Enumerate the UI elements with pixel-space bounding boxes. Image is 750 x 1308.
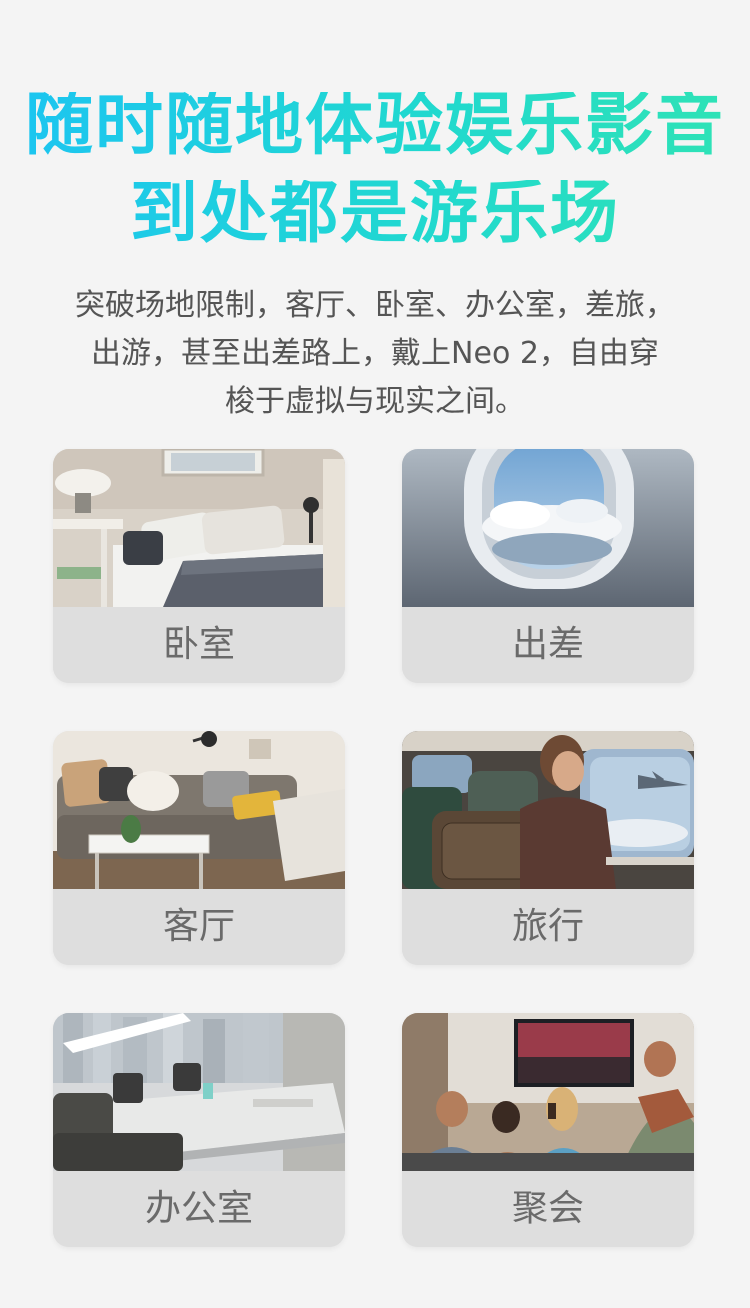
office-image (53, 1013, 345, 1171)
scene-card-office: 办公室 (53, 1013, 345, 1247)
travel-image (402, 731, 694, 889)
scene-card-party: 聚会 (402, 1013, 694, 1247)
scene-label-party: 聚会 (402, 1171, 694, 1247)
living-room-image (53, 731, 345, 889)
scene-label-living-room: 客厅 (53, 889, 345, 965)
hero-title-line1: 随时随地体验娱乐影音 (0, 92, 750, 160)
airplane-window-image (402, 449, 694, 607)
scene-label-bedroom: 卧室 (53, 607, 345, 683)
hero-subtitle: 突破场地限制，客厅、卧室、办公室，差旅， 出游，甚至出差路上，戴上Neo 2，自… (40, 282, 710, 426)
scene-card-living-room: 客厅 (53, 731, 345, 965)
scene-card-travel: 旅行 (402, 731, 694, 965)
scene-label-travel: 旅行 (402, 889, 694, 965)
subtitle-line: 突破场地限制，客厅、卧室、办公室，差旅， (75, 288, 675, 323)
bedroom-image (53, 449, 345, 607)
scene-card-bedroom: 卧室 (53, 449, 345, 683)
subtitle-line: 梭于虚拟与现实之间。 (225, 384, 525, 419)
hero-title-line2: 到处都是游乐场 (0, 180, 750, 248)
scene-card-business-trip: 出差 (402, 449, 694, 683)
party-image (402, 1013, 694, 1171)
scene-label-office: 办公室 (53, 1171, 345, 1247)
subtitle-line: 出游，甚至出差路上，戴上Neo 2，自由穿 (91, 336, 659, 371)
scene-label-business-trip: 出差 (402, 607, 694, 683)
